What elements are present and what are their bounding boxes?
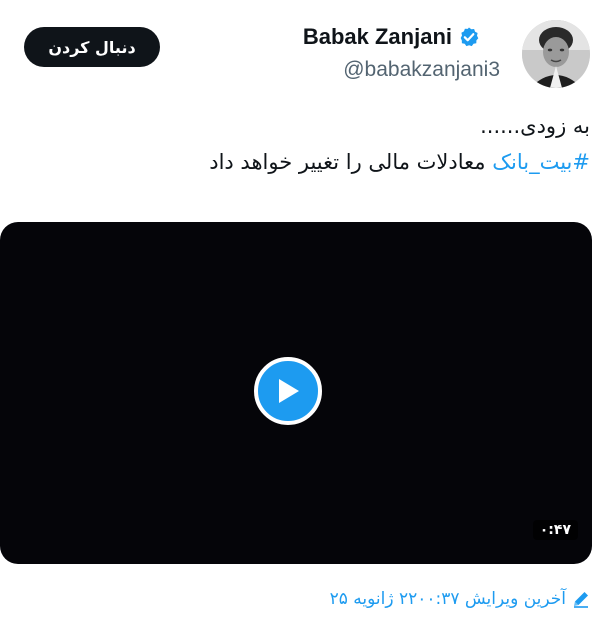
play-button[interactable] [254, 357, 322, 425]
tweet-line-2-text: معادلات مالی را تغییر خواهد داد [209, 150, 493, 174]
tweet-line-2: #بیت_بانک معادلات مالی را تغییر خواهد دا… [30, 144, 590, 180]
follow-button[interactable]: دنبال کردن [24, 27, 160, 67]
follow-button-label: دنبال کردن [48, 37, 136, 57]
tweet-text: به زودی...... #بیت_بانک معادلات مالی را … [30, 108, 590, 180]
last-edited-link[interactable]: آخرین ویرایش ۲۲۰۰:۳۷ ژانویه ۲۵ [330, 589, 590, 609]
verified-check-icon [460, 27, 479, 47]
avatar[interactable] [522, 20, 590, 88]
play-icon [279, 379, 299, 403]
pencil-icon [574, 592, 588, 608]
last-edited-label: آخرین ویرایش ۲۲۰۰:۳۷ ژانویه ۲۵ [329, 589, 566, 609]
video-duration: ۰:۴۷ [532, 520, 578, 540]
author-display-name[interactable]: Babak Zanjani [303, 24, 452, 50]
avatar-photo [522, 20, 590, 88]
video-player[interactable]: ۰:۴۷ [0, 222, 592, 564]
hashtag-link[interactable]: #بیت_بانک [492, 150, 590, 174]
author-name-row[interactable]: Babak Zanjani [303, 24, 480, 50]
author-handle[interactable]: @babakzanjani3 [343, 58, 500, 82]
tweet-line-1: به زودی...... [480, 114, 590, 138]
